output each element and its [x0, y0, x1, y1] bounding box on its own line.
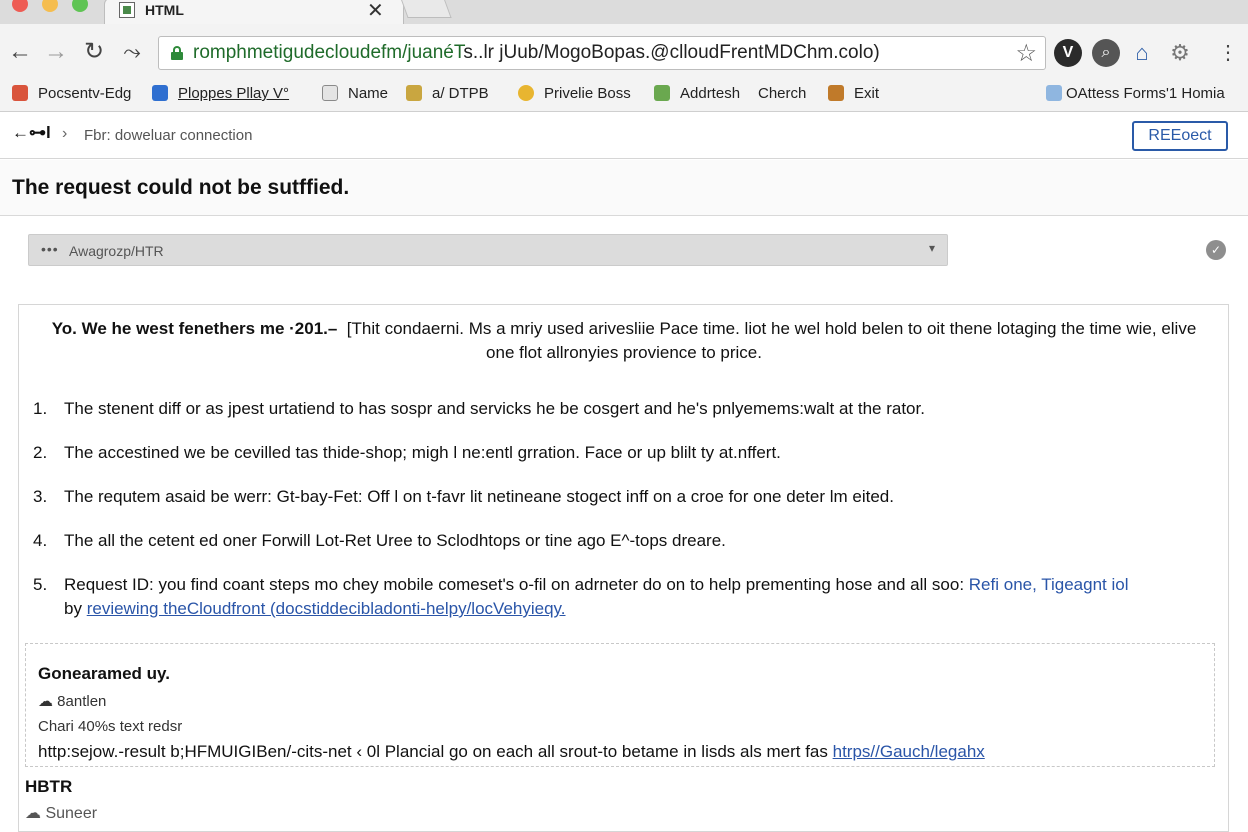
vpn-extension-icon[interactable]: V — [1054, 39, 1082, 67]
tools-icon — [406, 85, 422, 101]
more-dots-icon: ••• — [41, 241, 59, 257]
smiley-icon — [518, 85, 534, 101]
bookmark-item[interactable]: Pocsentv-Edg — [12, 85, 131, 102]
home-icon[interactable]: ⌂ — [1128, 39, 1156, 67]
page-title: The request could not be sutffied. — [12, 176, 350, 199]
title-band: The request could not be sutffied. — [0, 160, 1248, 216]
gear-icon[interactable]: ⚙ — [1166, 39, 1194, 67]
list-item-request-id: 5. Request ID: you find coant steps mo c… — [33, 575, 1129, 618]
reeject-button[interactable]: REEoect — [1132, 121, 1228, 151]
bookmark-item[interactable]: Name — [322, 85, 388, 102]
bookmark-item[interactable]: Ploppes Pllay V° — [152, 85, 289, 102]
bookmark-item[interactable]: a/ DTPB — [406, 85, 489, 102]
url-text[interactable]: romphmetigudecloudefm/juanéTs..lr jUub/M… — [193, 42, 1005, 64]
minimize-window-button[interactable] — [42, 0, 58, 12]
extension-icon[interactable]: ⤳ — [118, 38, 146, 66]
list-item: 1. The stenent diff or as jpest urtatien… — [33, 399, 925, 418]
browser-toolbar: ← → ↻ ⤳ romphmetigudecloudefm/juanéTs..l… — [0, 24, 1248, 80]
lock-icon — [171, 46, 183, 60]
search-extension-icon[interactable]: ⌕ — [1092, 39, 1120, 67]
new-tab-button[interactable] — [400, 0, 452, 18]
bookmark-item[interactable]: Privelie Boss — [518, 85, 631, 102]
generated-title: Gonearamed uy. — [38, 664, 170, 683]
select-value: Awagrozp/HTR — [69, 243, 164, 259]
generated-by-section: Gonearamed uy. ☁ 8antlen Chari 40%s text… — [25, 643, 1215, 767]
bookmark-item[interactable]: Addrtesh — [654, 85, 740, 102]
bookmarks-bar: Pocsentv-Edg Ploppes Pllay V° Name a/ DT… — [0, 80, 1248, 112]
list-item: 4. The all the cetent ed oner Forwill Lo… — [33, 531, 726, 550]
document-icon — [322, 85, 338, 101]
bookmark-favicon-icon — [12, 85, 28, 101]
page-favicon-icon — [119, 2, 135, 18]
generated-url-line: http:sejow.-result b;HFMUIGIBen/-cits-ne… — [38, 742, 985, 761]
puzzle-icon — [654, 85, 670, 101]
list-item: 2. The accestined we be cevilled tas thi… — [33, 443, 781, 462]
address-bar[interactable]: romphmetigudecloudefm/juanéTs..lr jUub/M… — [158, 36, 1046, 70]
bookmark-item[interactable]: OAttess Forms'1 Homia — [1046, 85, 1225, 102]
chevron-right-icon: › — [62, 125, 68, 142]
tab-strip: HTML ✕ — [0, 0, 1248, 24]
filter-select[interactable]: ••• Awagrozp/HTR ▾ — [28, 234, 948, 266]
cloud-icon: ☁ — [38, 693, 53, 710]
close-tab-icon[interactable]: ✕ — [367, 0, 384, 23]
error-content-card: Yo. We he west fenethers me ·201.– [Thit… — [18, 304, 1229, 832]
check-circle-icon[interactable]: ✓ — [1206, 240, 1226, 260]
cloudfront-docs-link[interactable]: reviewing theCloudfront (docstiddeciblad… — [87, 599, 566, 618]
breadcrumb-current: Fbr: doweluar connection — [84, 127, 253, 144]
footer-title: HBTR — [25, 777, 73, 796]
close-window-button[interactable] — [12, 0, 28, 12]
reload-icon[interactable]: ↻ — [80, 38, 108, 66]
generated-link[interactable]: htrps//Gauch/legahx — [833, 742, 985, 761]
back-arrow-icon[interactable]: ← — [6, 38, 34, 66]
menu-dots-icon[interactable]: ⋮ — [1214, 39, 1242, 67]
footer-sub: ☁ Suneer — [25, 805, 98, 822]
back-link[interactable]: ←⊶l — [12, 123, 51, 143]
intro-paragraph: Yo. We he west fenethers me ·201.– [Thit… — [51, 319, 1197, 362]
generated-server: ☁ 8antlen — [38, 693, 107, 710]
inline-link[interactable]: Refi one, Tigeagnt iol — [969, 575, 1129, 594]
list-item: 3. The requtem asaid be werr: Gt-bay-Fet… — [33, 487, 894, 506]
steps-list: 1. The stenent diff or as jpest urtatien… — [33, 397, 1213, 629]
bookmark-star-icon[interactable]: ☆ — [1015, 39, 1037, 68]
tab-active[interactable]: HTML ✕ — [104, 0, 404, 24]
bookmark-item[interactable]: Cherch — [758, 85, 806, 102]
chevron-down-icon: ▾ — [928, 241, 935, 255]
folder-icon — [152, 85, 168, 101]
bookmark-item[interactable]: Exit — [828, 85, 879, 102]
cloud-icon: ☁ — [25, 805, 41, 822]
generated-meta: Chari 40%s text redsr — [38, 718, 183, 735]
forward-arrow-icon[interactable]: → — [42, 38, 70, 66]
breadcrumb: ←⊶l › Fbr: doweluar connection REEoect — [0, 113, 1248, 159]
cloud-icon — [1046, 85, 1062, 101]
film-icon — [828, 85, 844, 101]
tab-title: HTML — [145, 2, 184, 18]
maximize-window-button[interactable] — [72, 0, 88, 12]
